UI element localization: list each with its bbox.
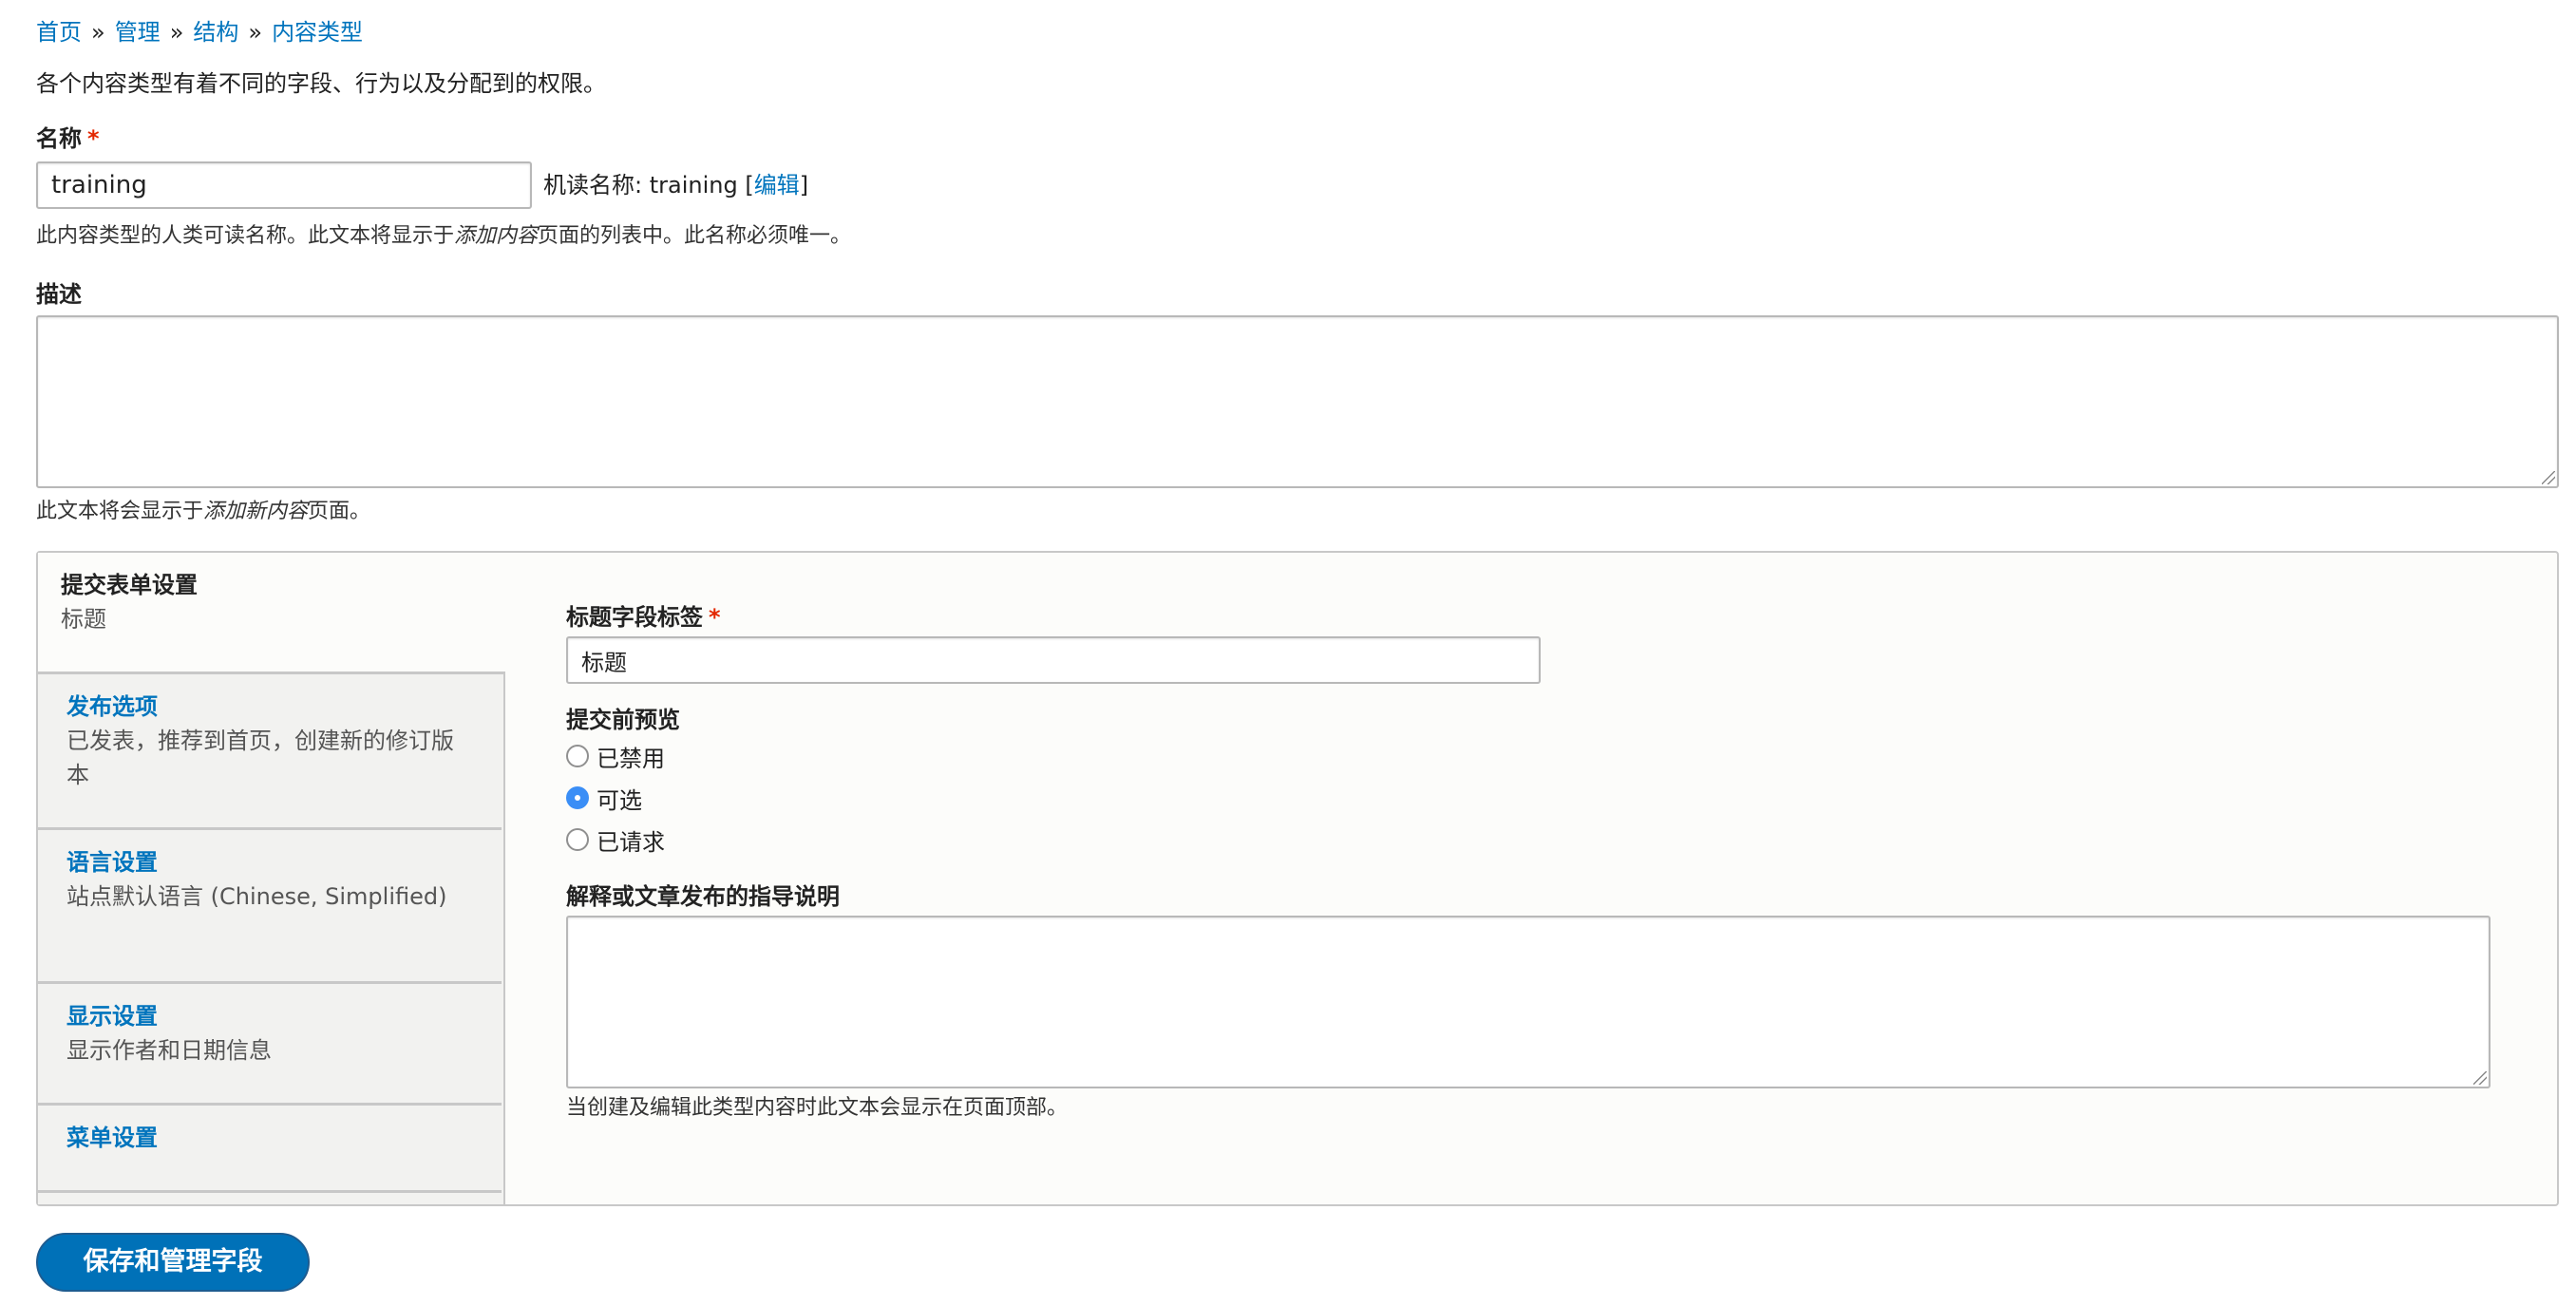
- description-help: 此文本将会显示于添加新内容页面。: [36, 496, 370, 528]
- name-label: 名称 *: [36, 122, 100, 156]
- description-help-before: 此文本将会显示于: [36, 500, 204, 523]
- required-marker: *: [87, 125, 100, 152]
- vertical-tab-title: 显示设置: [66, 1003, 158, 1030]
- name-help-before: 此内容类型的人类可读名称。此文本将显示于: [36, 224, 455, 248]
- radio-button[interactable]: [566, 745, 589, 767]
- name-label-text: 名称: [36, 125, 82, 152]
- required-marker: *: [709, 604, 721, 631]
- breadcrumb-separator: »: [248, 19, 263, 46]
- radio-button-selected[interactable]: [566, 786, 589, 809]
- breadcrumb-link-structure[interactable]: 结构: [193, 19, 238, 46]
- radio-label: 已请求: [597, 828, 665, 856]
- name-input[interactable]: [36, 161, 532, 209]
- guidelines-label: 解释或文章发布的指导说明: [566, 883, 840, 910]
- preview-option-disabled[interactable]: 已禁用: [566, 739, 665, 773]
- vertical-tab-display-settings[interactable]: 显示设置 显示作者和日期信息: [38, 984, 502, 1106]
- vertical-tab-title: 语言设置: [66, 849, 158, 876]
- save-and-manage-fields-button[interactable]: 保存和管理字段: [36, 1233, 310, 1292]
- vertical-tab-publishing-options[interactable]: 发布选项 已发表，推荐到首页，创建新的修订版本: [38, 674, 502, 830]
- vertical-tabs-menu: 提交表单设置 标题 发布选项 已发表，推荐到首页，创建新的修订版本 语言设置 站…: [38, 553, 505, 1204]
- breadcrumb: 首页 » 管理 » 结构 » 内容类型: [36, 15, 363, 49]
- preview-option-required[interactable]: 已请求: [566, 823, 665, 857]
- guidelines-help: 当创建及编辑此类型内容时此文本会显示在页面顶部。: [566, 1096, 1069, 1120]
- breadcrumb-link-home[interactable]: 首页: [36, 19, 82, 46]
- vertical-tab-title: 提交表单设置: [61, 572, 198, 598]
- machine-name: 机读名称: training [编辑]: [543, 168, 808, 202]
- breadcrumb-link-content-types[interactable]: 内容类型: [272, 19, 363, 46]
- vertical-tab-title: 菜单设置: [66, 1125, 158, 1151]
- vertical-tab-summary: 站点默认语言 (Chinese, Simplified): [66, 883, 447, 910]
- vertical-tab-summary: 已发表，推荐到首页，创建新的修订版本: [66, 728, 454, 788]
- machine-name-prefix: 机读名称: training [: [543, 172, 754, 199]
- vertical-tab-title: 发布选项: [66, 693, 158, 720]
- vertical-tab-language-settings[interactable]: 语言设置 站点默认语言 (Chinese, Simplified): [38, 830, 502, 984]
- resize-handle[interactable]: [2542, 471, 2555, 484]
- radio-label: 可选: [597, 786, 642, 814]
- radio-label: 已禁用: [597, 745, 665, 772]
- title-field-input[interactable]: [566, 636, 1541, 684]
- preview-label: 提交前预览: [566, 707, 680, 733]
- vertical-tab-submission-form[interactable]: 提交表单设置 标题: [38, 553, 505, 674]
- breadcrumb-separator: »: [169, 19, 184, 46]
- page-intro: 各个内容类型有着不同的字段、行为以及分配到的权限。: [36, 70, 606, 97]
- breadcrumb-link-admin[interactable]: 管理: [115, 19, 161, 46]
- name-help-after: 页面的列表中。此名称必须唯一。: [538, 224, 852, 248]
- vertical-tab-summary: 显示作者和日期信息: [66, 1037, 272, 1064]
- name-help: 此内容类型的人类可读名称。此文本将显示于添加内容页面的列表中。此名称必须唯一。: [36, 220, 851, 253]
- radio-button[interactable]: [566, 828, 589, 851]
- title-field-label-text: 标题字段标签: [566, 604, 703, 631]
- resize-handle[interactable]: [2473, 1071, 2487, 1085]
- breadcrumb-separator: »: [91, 19, 105, 46]
- machine-name-edit-link[interactable]: 编辑: [754, 172, 800, 199]
- description-label: 描述: [36, 281, 82, 308]
- machine-name-suffix: ]: [799, 172, 809, 199]
- preview-option-optional[interactable]: 可选: [566, 781, 642, 815]
- title-field-label: 标题字段标签 *: [566, 600, 721, 634]
- description-textarea[interactable]: [36, 315, 2559, 488]
- name-help-emphasis: 添加内容: [454, 224, 539, 248]
- guidelines-textarea[interactable]: [566, 916, 2491, 1088]
- vertical-tab-menu-settings[interactable]: 菜单设置: [38, 1106, 502, 1193]
- description-help-after: 页面。: [308, 500, 371, 523]
- description-help-emphasis: 添加新内容: [203, 500, 309, 523]
- vertical-tab-summary: 标题: [61, 606, 106, 633]
